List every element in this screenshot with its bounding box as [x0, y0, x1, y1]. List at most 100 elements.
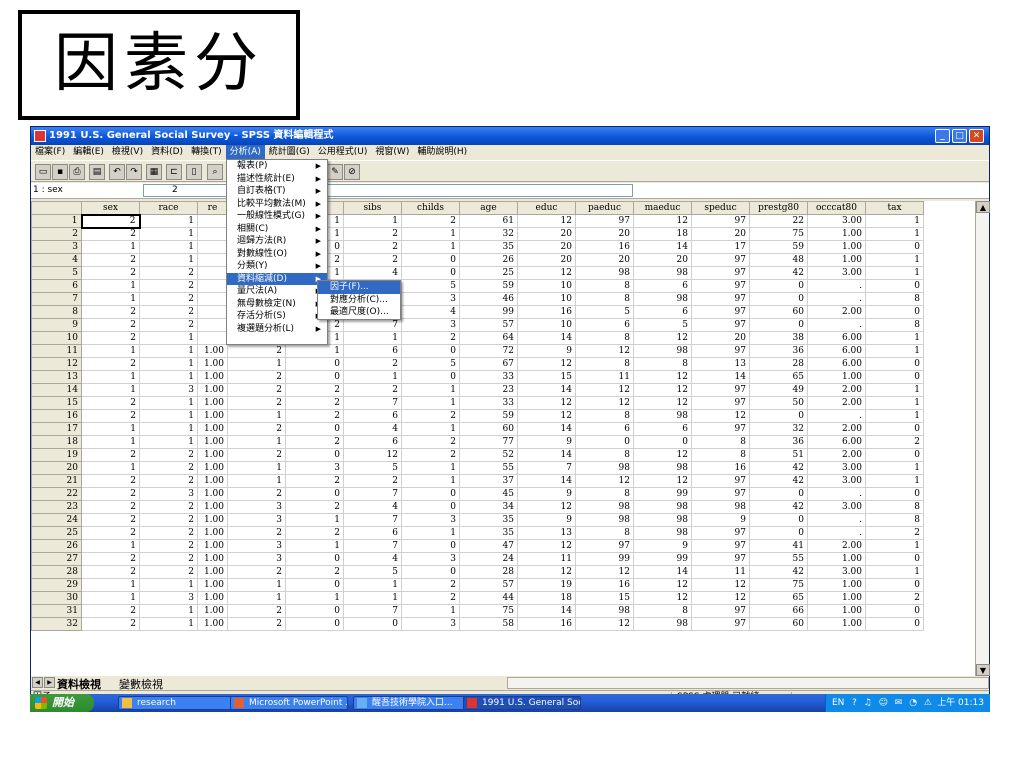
data-cell[interactable]: 4 [343, 500, 402, 514]
data-cell[interactable]: 1 [81, 435, 140, 449]
data-cell[interactable]: 1 [139, 331, 198, 345]
data-cell[interactable]: 0 [285, 578, 344, 592]
data-cell[interactable]: 2 [227, 344, 286, 358]
data-cell[interactable]: 8 [575, 357, 634, 371]
data-cell[interactable]: 2 [139, 500, 198, 514]
data-cell[interactable]: 3 [227, 513, 286, 527]
row-number[interactable]: 30 [31, 591, 82, 605]
menu-window[interactable]: 視窗(W) [371, 145, 413, 160]
data-cell[interactable]: 37 [459, 474, 518, 488]
data-cell[interactable]: 9 [517, 513, 576, 527]
data-cell[interactable]: 6 [343, 344, 402, 358]
data-cell[interactable]: 8 [575, 331, 634, 345]
data-cell[interactable]: . [807, 526, 866, 540]
data-cell[interactable]: 1 [401, 474, 460, 488]
data-cell[interactable]: 6.00 [807, 331, 866, 345]
row-number[interactable]: 24 [31, 513, 82, 527]
data-cell[interactable]: 98 [633, 526, 692, 540]
data-cell[interactable]: 1.00 [197, 604, 228, 618]
menu-view[interactable]: 檢視(V) [108, 145, 147, 160]
data-cell[interactable]: 12 [575, 565, 634, 579]
data-cell[interactable]: 20 [691, 227, 750, 241]
data-cell[interactable]: 2 [81, 604, 140, 618]
data-cell[interactable]: 1 [139, 370, 198, 384]
data-cell[interactable]: 1 [285, 539, 344, 553]
data-cell[interactable]: 59 [749, 240, 808, 254]
data-cell[interactable]: 2 [227, 565, 286, 579]
data-cell[interactable]: 75 [749, 578, 808, 592]
save-icon[interactable]: ▪ [52, 164, 68, 180]
data-cell[interactable]: 14 [691, 370, 750, 384]
data-cell[interactable]: 2.00 [807, 422, 866, 436]
data-cell[interactable]: 97 [575, 539, 634, 553]
data-cell[interactable]: 25 [459, 266, 518, 280]
data-cell[interactable]: 1 [285, 344, 344, 358]
data-cell[interactable]: . [807, 513, 866, 527]
analyze-menu-item[interactable]: 存活分析(S)▶ [227, 310, 327, 323]
data-cell[interactable]: 97 [691, 344, 750, 358]
find-icon[interactable]: ⌕ [207, 164, 223, 180]
column-header[interactable]: re [197, 201, 228, 215]
data-cell[interactable]: 2 [139, 279, 198, 293]
data-cell[interactable]: 12 [343, 448, 402, 462]
data-cell[interactable]: 19 [517, 578, 576, 592]
data-cell[interactable]: 5 [343, 565, 402, 579]
data-cell[interactable]: 35 [459, 513, 518, 527]
data-cell[interactable]: . [807, 292, 866, 306]
row-number[interactable]: 6 [31, 279, 82, 293]
data-cell[interactable]: 98 [633, 461, 692, 475]
data-cell[interactable]: 1.00 [197, 487, 228, 501]
data-cell[interactable]: 98 [691, 500, 750, 514]
data-cell[interactable]: 6.00 [807, 357, 866, 371]
data-cell[interactable]: 1 [81, 344, 140, 358]
data-cell[interactable]: 3 [401, 318, 460, 332]
data-cell[interactable]: 12 [517, 409, 576, 423]
row-number[interactable]: 11 [31, 344, 82, 358]
analyze-menu-item[interactable]: 量尺法(A)▶ [227, 285, 327, 298]
data-cell[interactable]: 97 [691, 422, 750, 436]
data-cell[interactable]: 0 [865, 617, 924, 631]
data-cell[interactable]: 60 [459, 422, 518, 436]
data-cell[interactable]: 8 [865, 500, 924, 514]
data-cell[interactable] [197, 279, 228, 293]
data-cell[interactable]: 55 [749, 552, 808, 566]
data-cell[interactable]: 0 [285, 370, 344, 384]
dialog-recall-icon[interactable]: ▤ [89, 164, 105, 180]
data-cell[interactable]: 3 [285, 461, 344, 475]
data-cell[interactable]: 0 [749, 292, 808, 306]
data-cell[interactable]: 14 [517, 383, 576, 397]
data-cell[interactable]: 57 [459, 318, 518, 332]
column-header[interactable]: occcat80 [807, 201, 866, 215]
data-cell[interactable]: 12 [633, 591, 692, 605]
data-cell[interactable]: 0 [633, 435, 692, 449]
data-cell[interactable]: 1 [865, 344, 924, 358]
tray-icons[interactable]: ? ♫ ☺ ✉ ◔ ⚠ [852, 694, 934, 712]
data-cell[interactable]: 2.00 [807, 305, 866, 319]
data-cell[interactable]: 36 [749, 435, 808, 449]
data-cell[interactable]: 98 [575, 461, 634, 475]
data-cell[interactable]: 97 [691, 539, 750, 553]
cell-value-input[interactable]: 2 [143, 184, 633, 197]
data-cell[interactable]: 2 [81, 318, 140, 332]
data-cell[interactable]: 12 [575, 474, 634, 488]
data-cell[interactable]: 97 [691, 318, 750, 332]
data-cell[interactable]: 1.00 [197, 565, 228, 579]
maximize-button[interactable]: □ [952, 129, 967, 143]
data-cell[interactable]: 41 [749, 539, 808, 553]
data-cell[interactable]: 1.00 [197, 539, 228, 553]
data-cell[interactable]: 2 [139, 474, 198, 488]
data-cell[interactable]: 98 [633, 617, 692, 631]
data-cell[interactable]: 60 [749, 617, 808, 631]
data-cell[interactable]: 2 [139, 266, 198, 280]
tab-next-icon[interactable]: ▶ [44, 677, 55, 688]
data-cell[interactable]: 3 [139, 591, 198, 605]
row-number[interactable]: 4 [31, 253, 82, 267]
close-button[interactable]: ✕ [969, 129, 984, 143]
data-cell[interactable]: 1.00 [197, 461, 228, 475]
data-cell[interactable]: 12 [575, 617, 634, 631]
data-cell[interactable]: 1 [285, 591, 344, 605]
data-cell[interactable]: 7 [343, 487, 402, 501]
menu-edit[interactable]: 編輯(E) [69, 145, 108, 160]
data-cell[interactable]: 12 [633, 331, 692, 345]
data-cell[interactable]: 1.00 [807, 591, 866, 605]
